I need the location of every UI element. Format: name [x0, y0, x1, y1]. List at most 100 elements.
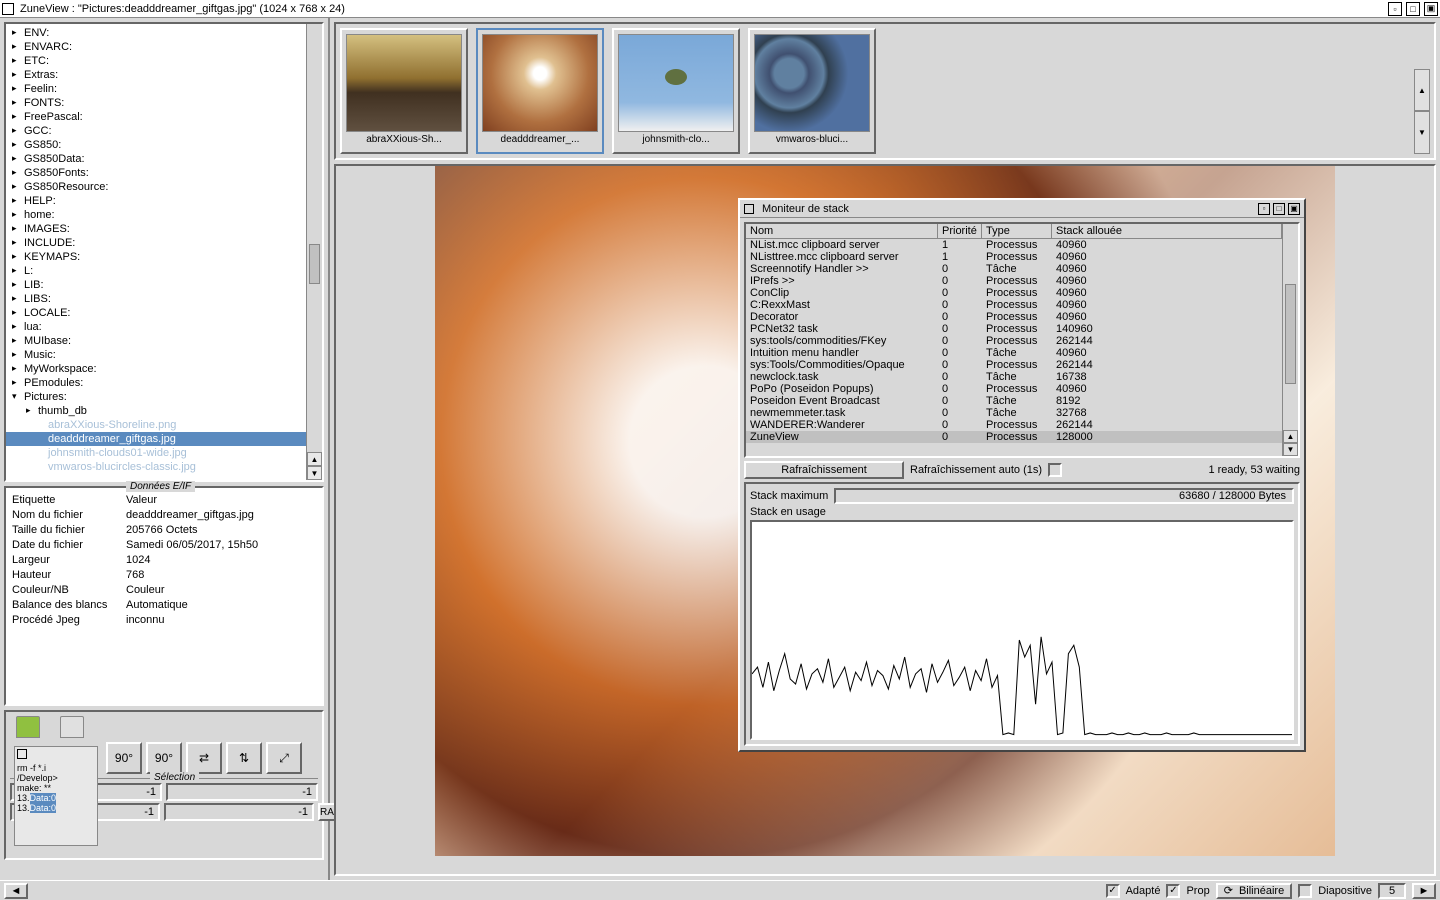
- tree-item[interactable]: MyWorkspace:: [6, 362, 306, 376]
- tree-item[interactable]: home:: [6, 208, 306, 222]
- tree-item[interactable]: GCC:: [6, 124, 306, 138]
- term-menu-icon[interactable]: [17, 749, 27, 759]
- table-row[interactable]: Decorator0Processus40960: [746, 311, 1282, 323]
- tree-file[interactable]: abraXXious-Shoreline.png: [6, 418, 306, 432]
- rotate-ccw-button[interactable]: 90°: [106, 742, 142, 774]
- tree-item[interactable]: lua:: [6, 320, 306, 334]
- next-image-button[interactable]: ►: [1412, 883, 1436, 899]
- tree-item[interactable]: GS850:: [6, 138, 306, 152]
- tree-item[interactable]: KEYMAPS:: [6, 250, 306, 264]
- thumbnail[interactable]: johnsmith-clo...: [612, 28, 740, 154]
- flip-v-button[interactable]: ⇅: [226, 742, 262, 774]
- rotate-cw-button[interactable]: 90°: [146, 742, 182, 774]
- mon-iconify-button[interactable]: ▫: [1258, 203, 1270, 215]
- prop-checkbox[interactable]: ✓: [1166, 884, 1180, 898]
- diapo-seconds[interactable]: 5: [1378, 883, 1406, 899]
- tree-item[interactable]: thumb_db: [6, 404, 306, 418]
- tree-item[interactable]: GS850Resource:: [6, 180, 306, 194]
- tree-item[interactable]: Feelin:: [6, 82, 306, 96]
- tool-tab-2[interactable]: [60, 716, 84, 738]
- table-row[interactable]: Screennotify Handler >>0Tâche40960: [746, 263, 1282, 275]
- tree-item[interactable]: PEmodules:: [6, 376, 306, 390]
- tree-item[interactable]: HELP:: [6, 194, 306, 208]
- tree-scrollbar[interactable]: ▲ ▼: [306, 24, 322, 480]
- mon-title: Moniteur de stack: [762, 203, 1258, 215]
- table-row[interactable]: PoPo (Poseidon Popups)0Processus40960: [746, 383, 1282, 395]
- resize-button[interactable]: ⤢: [266, 742, 302, 774]
- tree-item[interactable]: GS850Data:: [6, 152, 306, 166]
- tree-item[interactable]: Music:: [6, 348, 306, 362]
- thumbnail-label: abraXXious-Sh...: [346, 132, 462, 148]
- refresh-button[interactable]: Rafraîchissement: [744, 461, 904, 479]
- thumbnail[interactable]: abraXXious-Sh...: [340, 28, 468, 154]
- tree-item-pictures[interactable]: Pictures:: [6, 390, 306, 404]
- tree-item[interactable]: GS850Fonts:: [6, 166, 306, 180]
- thumbnail[interactable]: deadddreamer_...: [476, 28, 604, 154]
- sel-y1[interactable]: [166, 783, 318, 801]
- window-menu-icon[interactable]: [2, 3, 14, 15]
- tree-item[interactable]: LOCALE:: [6, 306, 306, 320]
- table-row[interactable]: newmemmeter.task0Tâche32768: [746, 407, 1282, 419]
- table-row[interactable]: NList.mcc clipboard server1Processus4096…: [746, 239, 1282, 251]
- tree-item[interactable]: ENV:: [6, 26, 306, 40]
- mon-scroll-up-icon[interactable]: ▲: [1283, 430, 1298, 443]
- iconify-button[interactable]: ▫: [1388, 2, 1402, 16]
- tree-file[interactable]: deadddreamer_giftgas.jpg: [6, 432, 306, 446]
- dir-tree[interactable]: ENV:ENVARC:ETC:Extras:Feelin:FONTS:FreeP…: [4, 22, 324, 482]
- tree-item[interactable]: ENVARC:: [6, 40, 306, 54]
- terminal-overlay[interactable]: rm -f *.i/Develop>make: **13.Data:013.Da…: [14, 746, 98, 846]
- thumbs-scroll-down-icon[interactable]: ▼: [1414, 111, 1430, 154]
- tree-item[interactable]: LIB:: [6, 278, 306, 292]
- tree-item[interactable]: L:: [6, 264, 306, 278]
- tree-item[interactable]: IMAGES:: [6, 222, 306, 236]
- mon-menu-icon[interactable]: [744, 204, 754, 214]
- table-row[interactable]: sys:Tools/Commodities/Opaque0Processus26…: [746, 359, 1282, 371]
- exif-value: Samedi 06/05/2017, 15h50: [126, 539, 258, 553]
- table-row[interactable]: newclock.task0Tâche16738: [746, 371, 1282, 383]
- mon-scroll-thumb[interactable]: [1285, 284, 1296, 384]
- tree-file[interactable]: johnsmith-clouds01-wide.jpg: [6, 446, 306, 460]
- tree-file[interactable]: vmwaros-blucircles-classic.jpg: [6, 460, 306, 474]
- table-row[interactable]: WANDERER:Wanderer0Processus262144: [746, 419, 1282, 431]
- auto-refresh-checkbox[interactable]: [1048, 463, 1062, 477]
- depth-button[interactable]: ▣: [1424, 2, 1438, 16]
- stack-monitor-window[interactable]: Moniteur de stack ▫ □ ▣ Nom Priorité: [738, 198, 1306, 752]
- table-row[interactable]: ZuneView0Processus128000: [746, 431, 1282, 443]
- table-row[interactable]: ConClip0Processus40960: [746, 287, 1282, 299]
- mon-table-header[interactable]: Nom Priorité Type Stack allouée: [746, 224, 1282, 239]
- scroll-down-icon[interactable]: ▼: [307, 466, 322, 480]
- mon-zoom-button[interactable]: □: [1273, 203, 1285, 215]
- mon-scroll-down-icon[interactable]: ▼: [1283, 443, 1298, 456]
- mon-scrollbar[interactable]: ▲ ▼: [1282, 224, 1298, 456]
- image-canvas[interactable]: Moniteur de stack ▫ □ ▣ Nom Priorité: [334, 164, 1436, 876]
- table-row[interactable]: NListtree.mcc clipboard server1Processus…: [746, 251, 1282, 263]
- table-row[interactable]: IPrefs >>0Processus40960: [746, 275, 1282, 287]
- scroll-thumb[interactable]: [309, 244, 320, 284]
- table-row[interactable]: sys:tools/commodities/FKey0Processus2621…: [746, 335, 1282, 347]
- table-row[interactable]: PCNet32 task0Processus140960: [746, 323, 1282, 335]
- diapo-checkbox[interactable]: [1298, 884, 1312, 898]
- table-row[interactable]: Intuition menu handler0Tâche40960: [746, 347, 1282, 359]
- adapte-checkbox[interactable]: ✓: [1106, 884, 1120, 898]
- tree-item[interactable]: ETC:: [6, 54, 306, 68]
- mon-depth-button[interactable]: ▣: [1288, 203, 1300, 215]
- sel-y2[interactable]: [164, 803, 314, 821]
- zoom-button[interactable]: □: [1406, 2, 1420, 16]
- exif-panel: Données E/IF EtiquetteNom du fichierTail…: [4, 486, 324, 706]
- tree-item[interactable]: Extras:: [6, 68, 306, 82]
- tree-item[interactable]: FreePascal:: [6, 110, 306, 124]
- prev-image-button[interactable]: ◄: [4, 883, 28, 899]
- thumbnail-image: [754, 34, 870, 132]
- table-row[interactable]: C:RexxMast0Processus40960: [746, 299, 1282, 311]
- interp-selector[interactable]: ⟳ Bilinéaire: [1216, 883, 1292, 899]
- tree-item[interactable]: INCLUDE:: [6, 236, 306, 250]
- tree-item[interactable]: LIBS:: [6, 292, 306, 306]
- table-row[interactable]: Poseidon Event Broadcast0Tâche8192: [746, 395, 1282, 407]
- tree-item[interactable]: FONTS:: [6, 96, 306, 110]
- flip-h-button[interactable]: ⇄: [186, 742, 222, 774]
- thumbnail[interactable]: vmwaros-bluci...: [748, 28, 876, 154]
- thumbs-scroll-up-icon[interactable]: ▲: [1414, 69, 1430, 112]
- scroll-up-icon[interactable]: ▲: [307, 452, 322, 466]
- tool-tab-1[interactable]: [16, 716, 40, 738]
- tree-item[interactable]: MUIbase:: [6, 334, 306, 348]
